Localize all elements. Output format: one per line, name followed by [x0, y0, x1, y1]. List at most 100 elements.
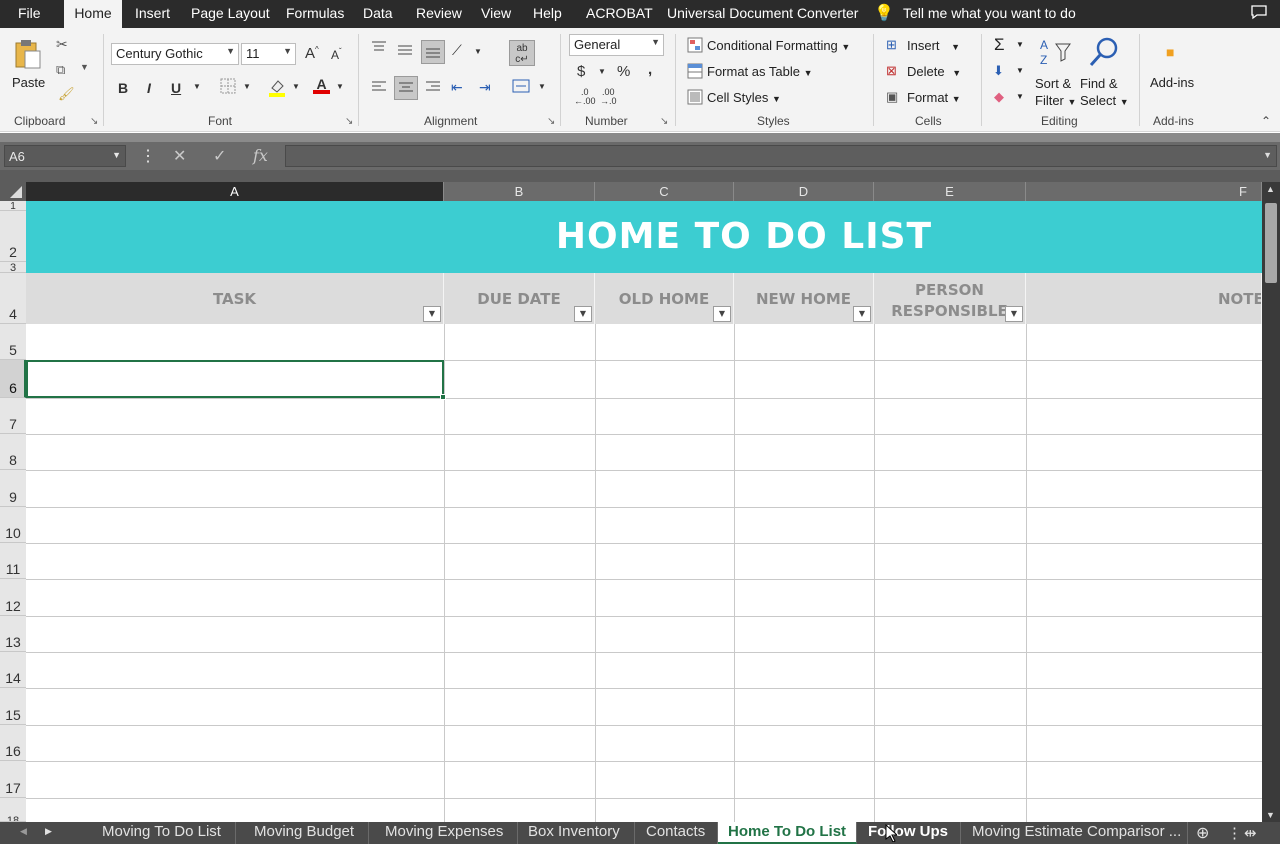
number-format-select[interactable]: General ▼: [569, 34, 664, 56]
paste-button[interactable]: Paste: [12, 75, 45, 90]
enter-icon[interactable]: ✓: [213, 146, 226, 166]
row-header-1[interactable]: 1: [0, 201, 26, 211]
conditional-formatting-button[interactable]: Conditional Formatting ▼: [707, 38, 850, 53]
scroll-down-icon[interactable]: ▼: [1266, 810, 1275, 820]
row-header-7[interactable]: 7: [0, 398, 26, 434]
add-ins-icon[interactable]: ■: [1166, 44, 1174, 60]
comma-button[interactable]: ,: [648, 61, 652, 78]
chevron-down-icon[interactable]: ▼: [538, 82, 546, 91]
cut-icon[interactable]: ✂: [56, 36, 68, 53]
chevron-down-icon[interactable]: ▼: [243, 82, 251, 91]
tab-contacts[interactable]: Contacts: [632, 822, 719, 844]
align-center-icon[interactable]: [394, 76, 418, 100]
row-header-18[interactable]: 18: [0, 798, 26, 822]
add-sheet-icon[interactable]: ⊕: [1196, 823, 1209, 843]
column-header-d[interactable]: D: [734, 182, 874, 201]
add-ins-button[interactable]: Add-ins: [1150, 75, 1194, 90]
paste-icon[interactable]: [14, 38, 42, 73]
fill-color-icon[interactable]: [268, 78, 286, 101]
chevron-down-icon[interactable]: ▼: [1016, 40, 1024, 49]
find-select-button[interactable]: Find & Select ▼: [1080, 75, 1129, 111]
percent-button[interactable]: %: [617, 63, 630, 80]
cell-styles-icon[interactable]: [687, 89, 703, 108]
row-header-10[interactable]: 10: [0, 507, 26, 543]
clear-icon[interactable]: ◆: [994, 89, 1004, 105]
insert-cells-button[interactable]: Insert ▼: [907, 38, 960, 53]
menu-data[interactable]: Data: [363, 5, 393, 21]
currency-button[interactable]: $: [577, 63, 585, 80]
column-header-b[interactable]: B: [444, 182, 595, 201]
header-task[interactable]: TASK ▼: [26, 273, 444, 324]
tab-moving-budget[interactable]: Moving Budget: [240, 822, 370, 844]
decrease-indent-icon[interactable]: ⇤: [451, 79, 463, 96]
tab-home-to-do-list[interactable]: Home To Do List: [718, 822, 858, 844]
scroll-up-icon[interactable]: ▲: [1266, 184, 1275, 194]
menu-review[interactable]: Review: [416, 5, 462, 21]
column-header-a[interactable]: A: [26, 182, 444, 201]
more-options-icon[interactable]: ⋮: [140, 146, 156, 166]
row-header-11[interactable]: 11: [0, 543, 26, 579]
tell-me-search[interactable]: Tell me what you want to do: [903, 5, 1076, 21]
align-middle-icon[interactable]: [397, 43, 413, 60]
scroll-thumb[interactable]: [1265, 203, 1277, 283]
menu-formulas[interactable]: Formulas: [286, 5, 344, 21]
filter-dropdown-icon[interactable]: ▼: [713, 306, 731, 322]
orientation-icon[interactable]: ⟋: [452, 42, 462, 59]
format-as-table-icon[interactable]: [687, 63, 703, 82]
format-painter-icon[interactable]: 🖌: [58, 86, 75, 102]
tab-moving-to-do-list[interactable]: Moving To Do List: [88, 822, 236, 844]
tab-scroll-right-icon[interactable]: ▶: [45, 826, 52, 837]
cancel-icon[interactable]: ✕: [173, 146, 186, 166]
tab-scroll-left-icon[interactable]: ◀: [20, 826, 27, 837]
find-select-icon[interactable]: [1088, 36, 1120, 71]
chevron-down-icon[interactable]: ▼: [1016, 92, 1024, 101]
column-header-f[interactable]: F: [1026, 182, 1262, 201]
align-left-icon[interactable]: [371, 80, 387, 97]
format-as-table-button[interactable]: Format as Table ▼: [707, 64, 813, 79]
tab-follow-ups[interactable]: Follow Ups: [858, 822, 961, 844]
font-size-select[interactable]: 11 ▼: [241, 43, 296, 65]
cell-styles-button[interactable]: Cell Styles ▼: [707, 90, 781, 105]
more-icon[interactable]: ⋮: [1227, 824, 1242, 842]
chevron-down-icon[interactable]: ▼: [336, 82, 344, 91]
filter-dropdown-icon[interactable]: ▼: [853, 306, 871, 322]
borders-icon[interactable]: [220, 78, 236, 97]
copy-icon[interactable]: ⧉: [56, 62, 65, 78]
format-cells-icon[interactable]: ▣: [886, 89, 898, 105]
increase-decimal-icon[interactable]: .0 ←.00: [574, 88, 596, 106]
menu-view[interactable]: View: [481, 5, 511, 21]
vertical-scrollbar[interactable]: ▲ ▼: [1262, 182, 1280, 822]
wrap-text-icon[interactable]: ab c↵: [509, 40, 535, 66]
tab-moving-expenses[interactable]: Moving Expenses: [371, 822, 519, 844]
font-name-select[interactable]: Century Gothic ▼: [111, 43, 239, 65]
row-header-12[interactable]: 12: [0, 579, 26, 616]
fill-icon[interactable]: ⬇: [993, 63, 1004, 79]
chevron-down-icon[interactable]: ▼: [292, 82, 300, 91]
split-handle-icon[interactable]: ⇹: [1244, 824, 1257, 842]
row-header-16[interactable]: 16: [0, 725, 26, 761]
filter-dropdown-icon[interactable]: ▼: [1005, 306, 1023, 322]
chevron-down-icon[interactable]: ▼: [474, 47, 482, 56]
insert-function-button[interactable]: fx: [253, 146, 268, 165]
format-cells-button[interactable]: Format ▼: [907, 90, 961, 105]
header-old-home[interactable]: OLD HOME ▼: [595, 273, 734, 324]
alignment-launcher-icon[interactable]: ↘: [547, 116, 555, 127]
menu-insert[interactable]: Insert: [135, 5, 170, 21]
row-header-2[interactable]: 2: [0, 211, 26, 262]
row-header-9[interactable]: 9: [0, 470, 26, 507]
chevron-down-icon[interactable]: ▼: [193, 82, 201, 91]
formula-input[interactable]: ▼: [285, 145, 1277, 167]
cell-grid[interactable]: [26, 324, 1262, 822]
row-header-14[interactable]: 14: [0, 652, 26, 688]
header-person-responsible[interactable]: PERSON RESPONSIBLE ▼: [874, 273, 1026, 324]
select-all-button[interactable]: [0, 182, 26, 201]
menu-udc[interactable]: Universal Document Converter: [667, 5, 858, 21]
column-header-e[interactable]: E: [874, 182, 1026, 201]
clipboard-launcher-icon[interactable]: ↘: [90, 116, 98, 127]
tab-box-inventory[interactable]: Box Inventory: [514, 822, 635, 844]
chevron-down-icon[interactable]: ▼: [1016, 66, 1024, 75]
conditional-formatting-icon[interactable]: [687, 37, 703, 56]
collapse-ribbon-icon[interactable]: ⌃: [1261, 114, 1271, 128]
autosum-icon[interactable]: Σ: [994, 35, 1005, 55]
row-header-6[interactable]: 6: [0, 360, 26, 398]
